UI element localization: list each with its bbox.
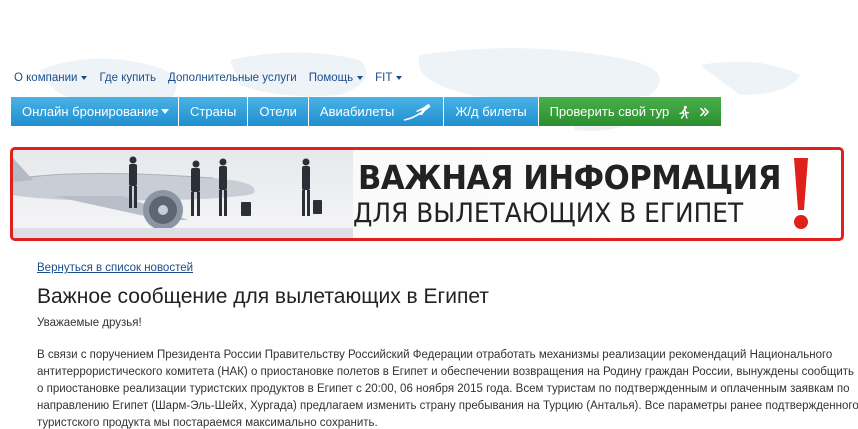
menu-trains[interactable]: Ж/д билеты [444,97,539,126]
article-greeting: Уважаемые друзья! [37,317,142,329]
banner-headline: ВАЖНАЯ ИНФОРМАЦИЯ [358,158,782,197]
chevron-down-icon [81,76,88,80]
chevron-down-icon [396,76,403,80]
menu-countries[interactable]: Страны [179,97,249,126]
paragraph-line: В связи с поручением Президента России П… [37,349,833,361]
menu-hotels[interactable]: Отели [248,97,309,126]
menu-online-booking-label: Онлайн бронирование [22,104,159,119]
airplane-icon [404,103,431,121]
article-title: Важное сообщение для вылетающих в Египет [37,285,489,308]
paragraph-line: о приостановке реализации туристских про… [37,383,850,395]
paragraph-line: антитеррористического комитета (НАК) о п… [37,366,855,378]
menu-countries-label: Страны [190,104,237,119]
menu-trains-label: Ж/д билеты [455,104,527,119]
nav-extra-services-label: Дополнительные услуги [168,72,297,84]
paragraph-line: туристского продукта мы постараемся макс… [37,417,378,429]
banner-subheadline: ДЛЯ ВЫЛЕТАЮЩИХ В ЕГИПЕТ [353,198,744,229]
nav-about-label: О компании [14,72,78,84]
nav-where-to-buy-label: Где купить [99,72,157,84]
menu-check-tour[interactable]: Проверить свой тур [538,97,722,126]
article-paragraph: В связи с поручением Президента России П… [37,347,858,429]
airport-travelers-illustration [13,150,353,238]
nav-where-to-buy[interactable]: Где купить [99,70,156,86]
top-nav: О компании Где купить Дополнительные усл… [14,70,414,86]
menu-flights[interactable]: Авиабилеты [308,97,445,126]
nav-help-label: Помощь [308,72,354,84]
nav-help[interactable]: Помощь [308,70,364,86]
nav-extra-services[interactable]: Дополнительные услуги [168,70,297,86]
walking-person-icon [679,105,690,119]
main-menu: Онлайн бронирование Страны Отели Авиабил… [11,97,722,126]
paragraph-line: направлению Египет (Шарм-Эль-Шейх, Хурга… [37,400,858,412]
menu-check-tour-label: Проверить свой тур [549,104,670,119]
chevron-down-icon [161,109,169,114]
exclamation-icon [794,158,808,229]
nav-about[interactable]: О компании [14,70,88,86]
menu-flights-label: Авиабилеты [319,104,395,119]
menu-online-booking[interactable]: Онлайн бронирование [11,97,179,126]
back-to-news-link[interactable]: Вернуться в список новостей [37,262,193,274]
nav-fit-label: FIT [375,72,393,84]
double-chevron-right-icon [699,107,710,116]
nav-fit[interactable]: FIT [375,70,403,86]
important-info-banner[interactable]: ВАЖНАЯ ИНФОРМАЦИЯ ДЛЯ ВЫЛЕТАЮЩИХ В ЕГИПЕ… [10,147,844,241]
chevron-down-icon [357,76,364,80]
menu-hotels-label: Отели [259,104,297,119]
